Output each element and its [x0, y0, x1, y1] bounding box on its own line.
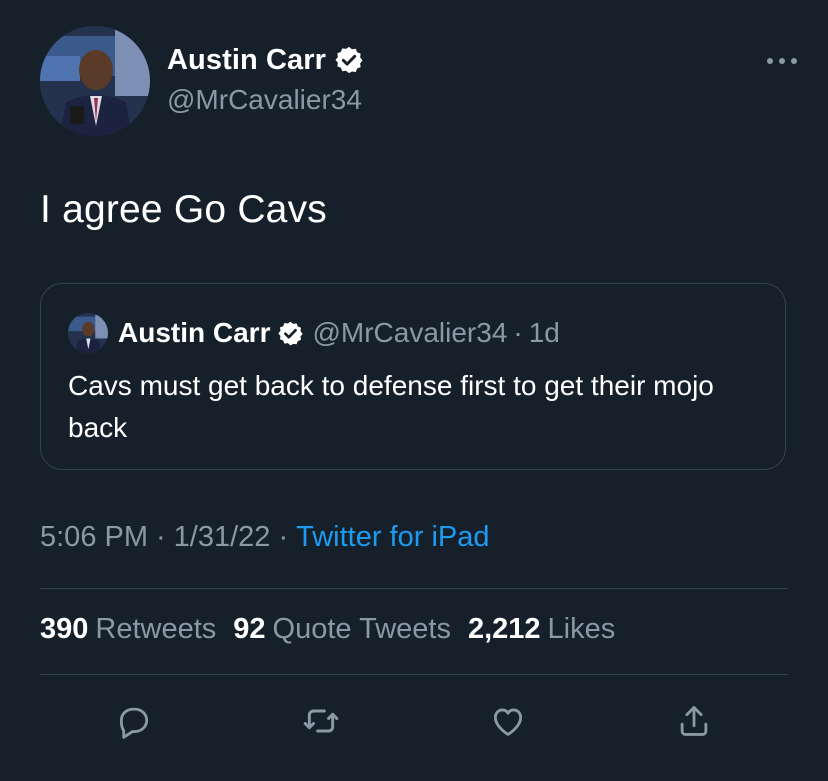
more-options-icon[interactable] — [764, 54, 800, 66]
retweet-icon[interactable] — [297, 697, 345, 745]
meta-separator: · — [156, 521, 166, 553]
retweets-stat[interactable]: 390 Retweets — [40, 613, 233, 645]
retweets-label: Retweets — [95, 613, 217, 645]
tweet-metadata: 5:06 PM · 1/31/22 · Twitter for iPad — [40, 521, 490, 554]
quoted-display-name: Austin Carr — [118, 317, 271, 348]
quoted-handle: @MrCavalier34 — [312, 317, 508, 348]
likes-stat[interactable]: 2,212 Likes — [468, 613, 632, 645]
like-icon[interactable] — [484, 697, 532, 745]
quoted-separator: · — [513, 317, 523, 348]
display-name-row: Austin Carr — [167, 42, 364, 78]
tweet-header: Austin Carr @MrCavalier34 — [40, 26, 800, 136]
quoted-tweet-header: Austin Carr @MrCavalier34 · 1d — [68, 313, 560, 353]
divider — [40, 674, 788, 675]
quoted-time: 1d — [528, 317, 560, 348]
retweets-count: 390 — [40, 613, 89, 645]
author-display-name[interactable]: Austin Carr — [167, 44, 326, 77]
divider — [40, 588, 788, 589]
quote-tweets-stat[interactable]: 92 Quote Tweets — [233, 613, 468, 645]
tweet-detail: Austin Carr @MrCavalier34 I agree Go Cav… — [0, 0, 828, 781]
tweet-source-link[interactable]: Twitter for iPad — [296, 521, 489, 553]
tweet-text: I agree Go Cavs — [40, 188, 327, 231]
tweet-date[interactable]: 1/31/22 — [174, 521, 271, 553]
quoted-tweet[interactable]: Austin Carr @MrCavalier34 · 1d Cavs must… — [40, 283, 786, 470]
tweet-time[interactable]: 5:06 PM — [40, 521, 148, 553]
verified-badge-icon — [334, 45, 364, 75]
avatar[interactable] — [40, 26, 150, 136]
likes-label: Likes — [547, 613, 616, 645]
reply-icon[interactable] — [110, 697, 158, 745]
share-icon[interactable] — [670, 697, 718, 745]
meta-separator: · — [278, 521, 289, 553]
likes-count: 2,212 — [467, 613, 541, 645]
engagement-stats: 390 Retweets 92 Quote Tweets 2,212 Likes — [40, 613, 632, 646]
author-handle[interactable]: @MrCavalier34 — [167, 84, 364, 116]
quoted-avatar — [68, 313, 108, 353]
quote-tweets-label: Quote Tweets — [272, 613, 451, 645]
author-names: Austin Carr @MrCavalier34 — [167, 42, 364, 116]
quoted-tweet-text: Cavs must get back to defense first to g… — [68, 370, 714, 443]
verified-badge-icon — [277, 320, 304, 347]
quote-tweets-count: 92 — [233, 613, 266, 645]
tweet-actions — [0, 697, 828, 745]
